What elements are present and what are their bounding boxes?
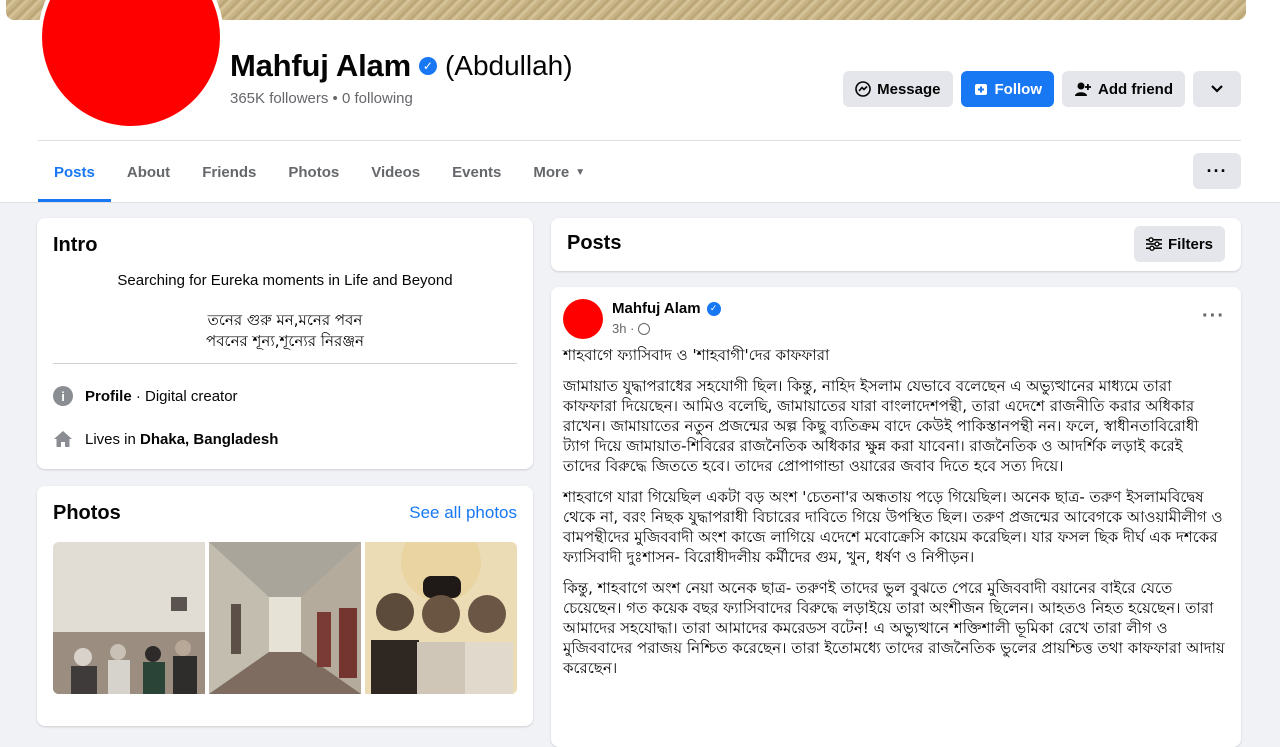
- photo-thumbnail-2[interactable]: [209, 542, 361, 694]
- tab-photos[interactable]: Photos: [272, 142, 355, 202]
- profile-actions: Message Follow Add friend: [843, 71, 1241, 107]
- posts-header-card: Posts Filters: [551, 218, 1241, 271]
- photo-2-image: [209, 542, 361, 694]
- photo-thumbnail-3[interactable]: [365, 542, 517, 694]
- add-friend-label: Add friend: [1098, 80, 1173, 98]
- post-title: শাহবাগে ফ্যাসিবাদ ও 'শাহবাগী'দের কাফফারা: [563, 346, 830, 364]
- caret-down-icon: ▼: [575, 166, 586, 178]
- profile-name-row: Mahfuj Alam ✓ (Abdullah): [230, 46, 573, 86]
- tab-videos[interactable]: Videos: [355, 142, 436, 202]
- post-card: Mahfuj Alam ✓ 3h · ··· শাহবাগে ফ্যাসিবাদ…: [551, 287, 1241, 747]
- intro-profile-text: Profile · Digital creator: [85, 388, 238, 405]
- add-friend-button[interactable]: Add friend: [1062, 71, 1185, 107]
- add-person-icon: [1075, 82, 1091, 96]
- intro-divider: [53, 363, 517, 364]
- tabs-overflow-button[interactable]: ···: [1193, 153, 1241, 189]
- verified-badge-icon: ✓: [418, 57, 437, 75]
- tab-posts[interactable]: Posts: [38, 142, 111, 202]
- post-meta: 3h ·: [612, 321, 651, 336]
- post-body: শাহবাগে ফ্যাসিবাদ ও 'শাহবাগী'দের কাফফারা…: [563, 345, 1225, 689]
- follow-icon: [974, 84, 987, 95]
- photos-title: Photos: [53, 502, 121, 524]
- globe-icon: [638, 322, 651, 335]
- posts-title: Posts: [567, 232, 622, 254]
- message-button[interactable]: Message: [843, 71, 953, 107]
- profile-tabs: Posts About Friends Photos Videos Events…: [38, 142, 601, 202]
- tab-more[interactable]: More ▼: [517, 142, 601, 202]
- followers-count[interactable]: 365K followers • 0 following: [230, 90, 413, 107]
- profile-alt-name: (Abdullah): [444, 50, 573, 81]
- tab-events[interactable]: Events: [436, 142, 517, 202]
- post-timestamp[interactable]: 3h ·: [612, 321, 634, 336]
- intro-bio-line-1: তনের গুরু মন,মনের পবন: [207, 311, 363, 329]
- intro-location-row: Lives in Dhaka, Bangladesh: [53, 429, 278, 449]
- see-all-photos-link[interactable]: See all photos: [409, 503, 517, 523]
- post-author-avatar[interactable]: [563, 299, 603, 339]
- post-paragraph-1: জামায়াত যুদ্ধাপরাধের সহযোগী ছিল। কিন্তু…: [563, 377, 1199, 475]
- tab-about[interactable]: About: [111, 142, 186, 202]
- post-menu-button[interactable]: ···: [1202, 305, 1225, 328]
- post-author-row: Mahfuj Alam ✓: [612, 300, 721, 317]
- intro-profile-category: · Digital creator: [131, 387, 238, 405]
- filters-label: Filters: [1167, 235, 1213, 253]
- lives-in-prefix: Lives in: [85, 430, 141, 448]
- profile-name: Mahfuj Alam: [230, 48, 411, 83]
- chevron-down-icon: [1211, 85, 1223, 93]
- intro-profile-row: i Profile · Digital creator: [53, 386, 238, 406]
- intro-card: Intro Searching for Eureka moments in Li…: [37, 218, 533, 469]
- profile-header: Mahfuj Alam ✓ (Abdullah) 365K followers …: [0, 0, 1280, 203]
- follow-button[interactable]: Follow: [960, 71, 1054, 107]
- intro-profile-label: Profile: [85, 387, 132, 405]
- follow-label: Follow: [994, 80, 1043, 98]
- post-verified-icon: ✓: [706, 301, 721, 316]
- profile-more-button[interactable]: [1193, 71, 1241, 107]
- photo-thumbnail-1[interactable]: [53, 542, 205, 694]
- ellipsis-icon: ···: [1206, 160, 1228, 181]
- filters-icon: [1145, 237, 1162, 251]
- messenger-icon: [855, 81, 871, 97]
- intro-bio-bengali: তনের গুরু মন,মনের পবন পবনের শূন্য,শূন্যে…: [37, 310, 533, 352]
- post-paragraph-2: শাহবাগে যারা গিয়েছিল একটা বড় অংশ 'চেতন…: [563, 488, 1223, 566]
- intro-location-text: Lives in Dhaka, Bangladesh: [85, 431, 278, 448]
- header-divider: [38, 140, 1241, 141]
- intro-bio: Searching for Eureka moments in Life and…: [117, 272, 453, 289]
- photo-1-image: [53, 542, 205, 694]
- photos-card: Photos See all photos: [37, 486, 533, 726]
- photo-3-image: [365, 542, 517, 694]
- lives-in-place[interactable]: Dhaka, Bangladesh: [140, 431, 278, 448]
- tab-more-label: More: [533, 163, 570, 181]
- intro-bio-line-2: পবনের শূন্য,শূন্যের নিরঞ্জন: [206, 332, 364, 350]
- filters-button[interactable]: Filters: [1133, 226, 1225, 262]
- message-label: Message: [877, 80, 941, 98]
- intro-title: Intro: [53, 234, 98, 256]
- ellipsis-icon: ···: [1202, 305, 1225, 327]
- post-paragraph-3: কিন্তু, শাহবাগে অংশ নেয়া অনেক ছাত্র- তর…: [563, 579, 1225, 677]
- profile-avatar[interactable]: [38, 0, 224, 130]
- post-author-name[interactable]: Mahfuj Alam: [612, 300, 701, 317]
- info-icon: i: [53, 386, 73, 406]
- home-icon: [54, 431, 72, 447]
- tab-friends[interactable]: Friends: [186, 142, 272, 202]
